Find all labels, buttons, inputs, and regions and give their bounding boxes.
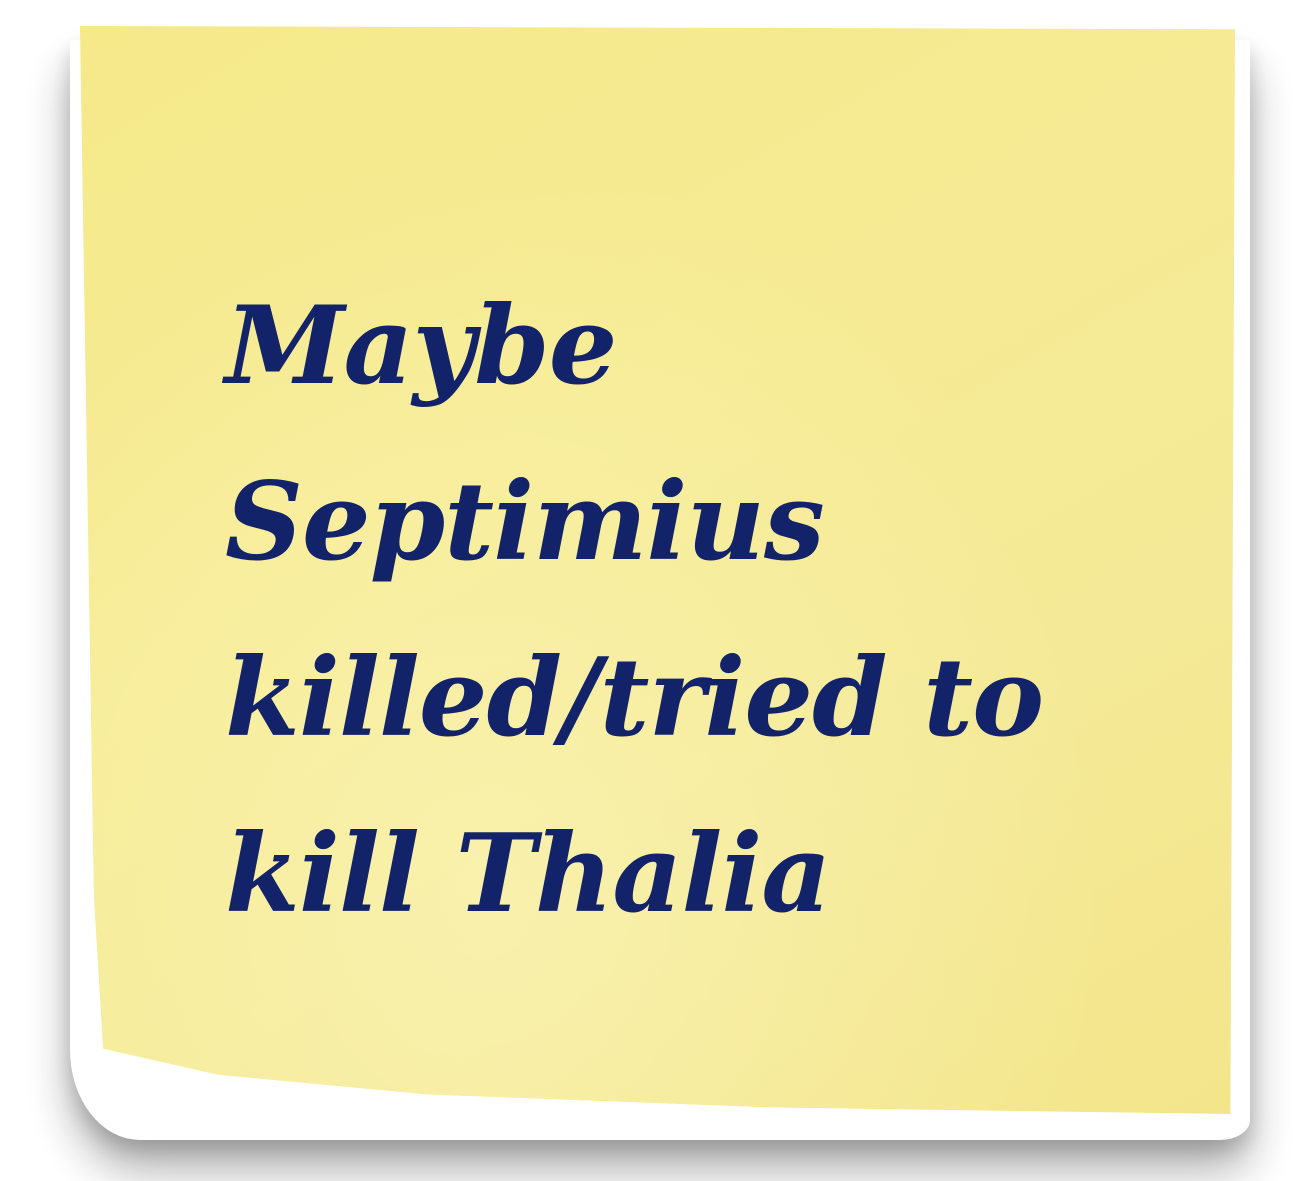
note-line-4: kill Thalia — [225, 811, 831, 937]
note-line-1: Maybe — [225, 283, 618, 409]
sticky-note: Maybe Septimius killed/tried to kill Tha… — [80, 26, 1235, 1114]
note-line-3: killed/tried to — [225, 635, 1044, 761]
note-line-2: Septimius — [225, 459, 825, 585]
sticky-note-text: Maybe Septimius killed/tried to kill Tha… — [225, 258, 1044, 962]
sticky-note-stage: Maybe Septimius killed/tried to kill Tha… — [0, 0, 1293, 1181]
